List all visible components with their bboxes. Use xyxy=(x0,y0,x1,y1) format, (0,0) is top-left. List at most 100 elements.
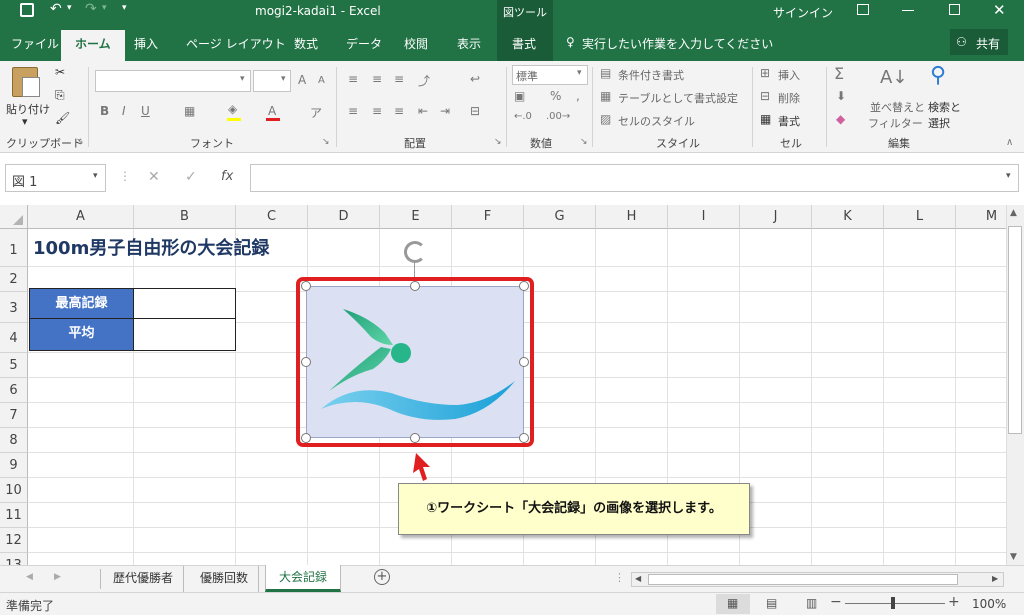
chevron-down-icon[interactable]: ▾ xyxy=(93,171,98,181)
copy-icon[interactable]: ⎘ xyxy=(55,88,65,103)
column-header[interactable]: L xyxy=(884,205,956,229)
close-icon[interactable]: ✕ xyxy=(993,1,1006,19)
italic-icon[interactable]: I xyxy=(122,104,126,118)
align-center-icon[interactable]: ≡ xyxy=(372,104,382,118)
comma-icon[interactable]: , xyxy=(576,89,580,103)
clipboard-launcher-icon[interactable]: ↘ xyxy=(76,137,84,147)
redo-icon[interactable]: ↷ xyxy=(85,1,97,17)
delete-cells-button[interactable]: 削除 xyxy=(778,90,800,106)
search-icon[interactable]: ⚲ xyxy=(930,63,946,88)
sort-filter-label-2[interactable]: フィルター xyxy=(868,115,923,131)
page-layout-icon[interactable]: ▤ xyxy=(766,596,777,610)
alignment-launcher-icon[interactable]: ↘ xyxy=(494,137,502,147)
tab-page-layout[interactable]: ページ レイアウト xyxy=(186,35,286,52)
phonetic-icon[interactable]: ア xyxy=(310,104,322,121)
format-cells-button[interactable]: 書式 xyxy=(778,113,800,129)
insert-function-icon[interactable]: fx xyxy=(221,169,233,184)
font-color-icon[interactable]: A xyxy=(268,104,276,118)
tab-formulas[interactable]: 数式 xyxy=(294,35,318,52)
resize-handle[interactable] xyxy=(301,357,311,367)
decrease-decimal-icon[interactable]: .00→ xyxy=(546,111,570,122)
find-select-label-1[interactable]: 検索と xyxy=(928,99,961,115)
decrease-indent-icon[interactable]: ⇤ xyxy=(418,104,428,118)
clear-icon[interactable]: ◆ xyxy=(836,112,845,126)
page-break-icon[interactable]: ▥ xyxy=(806,596,817,610)
header-cell-best-record[interactable]: 最高記録 xyxy=(29,288,134,319)
resize-handle[interactable] xyxy=(301,433,311,443)
format-painter-icon[interactable]: 🖌 xyxy=(55,111,70,125)
prev-sheet-icon[interactable]: ◀ xyxy=(26,572,33,582)
border-icon[interactable]: ▦ xyxy=(184,104,195,118)
tab-home[interactable]: ホーム xyxy=(61,30,125,61)
underline-icon[interactable]: U xyxy=(141,104,150,118)
column-header[interactable]: G xyxy=(524,205,596,229)
fill-color-icon[interactable]: ◈ xyxy=(228,102,237,116)
zoom-slider-track[interactable] xyxy=(845,603,945,604)
sheet-tab[interactable]: 歴代優勝者 xyxy=(103,566,185,592)
grow-font-icon[interactable]: A xyxy=(298,73,306,87)
delete-cells-icon[interactable]: ⊟ xyxy=(760,89,770,103)
tab-view[interactable]: 表示 xyxy=(457,35,481,52)
column-header[interactable]: J xyxy=(740,205,812,229)
column-header[interactable]: H xyxy=(596,205,668,229)
conditional-format-icon[interactable]: ▤ xyxy=(600,66,611,80)
average-value-cell[interactable] xyxy=(133,319,236,351)
row-header[interactable]: 1 xyxy=(0,229,28,267)
header-cell-average[interactable]: 平均 xyxy=(29,319,134,351)
row-header[interactable]: 11 xyxy=(0,503,28,528)
collapse-ribbon-icon[interactable]: ∧ xyxy=(1006,137,1013,148)
save-icon[interactable] xyxy=(20,3,34,17)
formula-input[interactable] xyxy=(250,164,1019,192)
column-header[interactable]: M xyxy=(956,205,1006,229)
column-header[interactable]: E xyxy=(380,205,452,229)
undo-icon[interactable]: ↶ xyxy=(50,1,62,17)
scroll-right-icon[interactable]: ▶ xyxy=(992,574,998,583)
scroll-left-icon[interactable]: ◀ xyxy=(635,574,641,583)
resize-handle[interactable] xyxy=(301,281,311,291)
scroll-down-icon[interactable]: ▼ xyxy=(1010,552,1017,562)
align-middle-icon[interactable]: ≡ xyxy=(372,72,382,86)
insert-cells-icon[interactable]: ⊞ xyxy=(760,66,770,80)
row-header[interactable]: 4 xyxy=(0,323,28,353)
customize-qat-icon[interactable]: ▾ xyxy=(122,3,127,13)
undo-dropdown-icon[interactable]: ▾ xyxy=(67,3,72,13)
tab-file[interactable]: ファイル xyxy=(11,35,59,52)
font-launcher-icon[interactable]: ↘ xyxy=(322,137,330,147)
tab-format[interactable]: 書式 xyxy=(512,35,536,52)
conditional-format-button[interactable]: 条件付き書式 xyxy=(618,67,684,83)
ribbon-display-icon[interactable] xyxy=(857,4,869,15)
format-as-table-button[interactable]: テーブルとして書式設定 xyxy=(618,90,738,106)
resize-handle[interactable] xyxy=(410,281,420,291)
increase-decimal-icon[interactable]: ←.0 xyxy=(514,111,532,122)
column-header[interactable]: B xyxy=(134,205,236,229)
tab-review[interactable]: 校閲 xyxy=(404,35,428,52)
column-header[interactable]: C xyxy=(236,205,308,229)
row-header[interactable]: 10 xyxy=(0,478,28,503)
scroll-up-icon[interactable]: ▲ xyxy=(1010,208,1017,218)
column-header[interactable]: K xyxy=(812,205,884,229)
column-header[interactable]: D xyxy=(308,205,380,229)
paste-button[interactable]: 貼り付け xyxy=(6,101,50,117)
number-launcher-icon[interactable]: ↘ xyxy=(580,137,588,147)
worksheet-grid[interactable]: A B C D E F G H I J K L M 1 2 3 4 5 6 7 … xyxy=(0,205,1006,565)
wrap-text-icon[interactable]: ↩ xyxy=(470,72,480,86)
vertical-scroll-thumb[interactable] xyxy=(1008,226,1022,434)
column-header[interactable]: I xyxy=(668,205,740,229)
swimmer-picture[interactable] xyxy=(306,286,524,438)
zoom-level[interactable]: 100% xyxy=(972,597,1006,611)
sort-filter-label-1[interactable]: 並べ替えと xyxy=(870,99,925,115)
tell-me-input[interactable]: 実行したい作業を入力してください xyxy=(582,35,773,52)
zoom-out-icon[interactable]: − xyxy=(830,594,842,610)
grip-icon[interactable]: ⋮ xyxy=(614,571,625,584)
maximize-icon[interactable] xyxy=(949,4,960,15)
tab-insert[interactable]: 挿入 xyxy=(134,35,158,52)
align-right-icon[interactable]: ≡ xyxy=(394,104,404,118)
fill-icon[interactable]: ⬇ xyxy=(836,89,846,103)
horizontal-scroll-thumb[interactable] xyxy=(648,574,958,585)
insert-cells-button[interactable]: 挿入 xyxy=(778,67,800,83)
row-header[interactable]: 7 xyxy=(0,403,28,428)
cell-styles-button[interactable]: セルのスタイル xyxy=(618,113,695,129)
autosum-icon[interactable]: Σ xyxy=(834,64,844,83)
row-header[interactable]: 8 xyxy=(0,428,28,453)
zoom-slider-thumb[interactable] xyxy=(891,597,895,609)
